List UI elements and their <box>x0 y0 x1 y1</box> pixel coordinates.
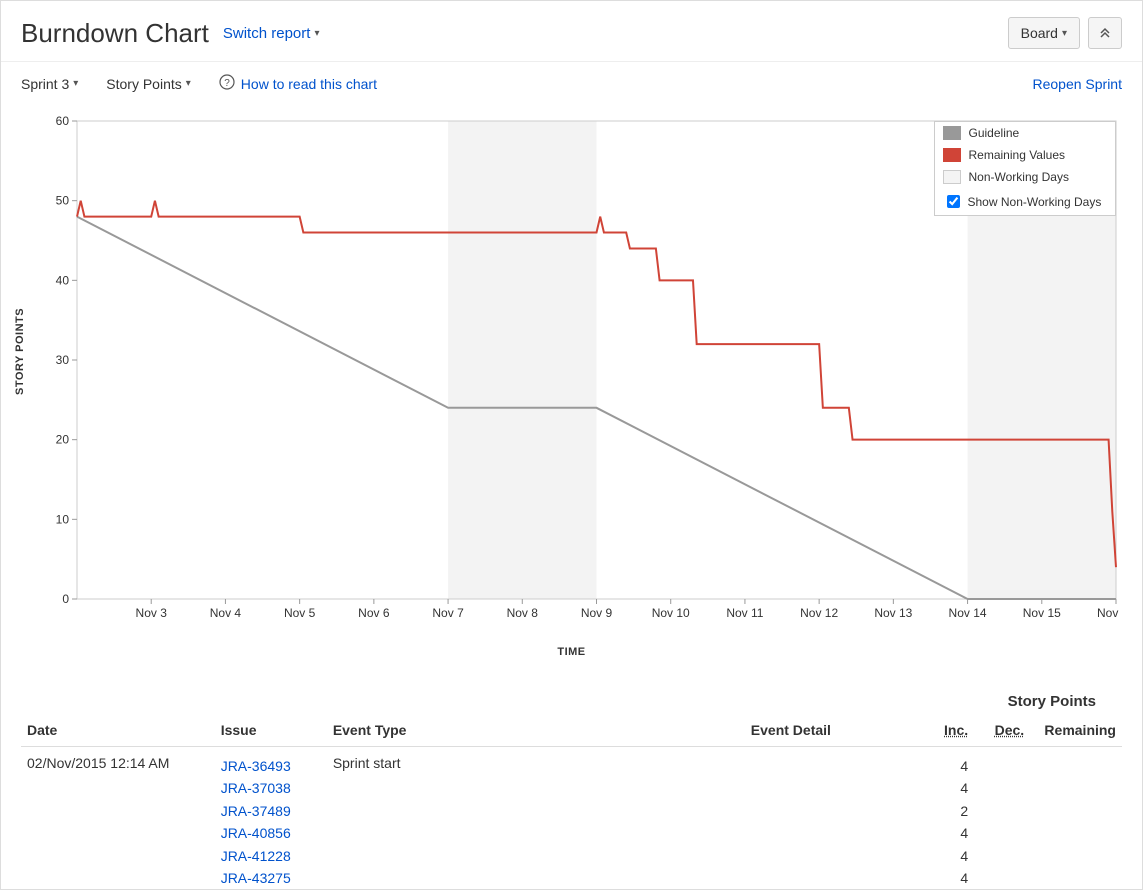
svg-text:Nov 12: Nov 12 <box>800 606 838 620</box>
svg-text:10: 10 <box>55 512 69 526</box>
inc-value: 2 <box>924 800 968 822</box>
x-axis-label: TIME <box>22 646 1122 658</box>
app-frame: Burndown Chart Switch report ▾ Board ▾ S… <box>0 0 1143 890</box>
inc-value: 4 <box>924 845 968 867</box>
legend-item-remaining: Remaining Values <box>935 144 1115 166</box>
switch-report-label: Switch report <box>223 25 311 42</box>
svg-text:0: 0 <box>62 592 69 606</box>
page-header: Burndown Chart Switch report ▾ Board ▾ <box>1 1 1142 62</box>
estimation-dropdown-label: Story Points <box>106 76 181 92</box>
chevron-down-icon: ▾ <box>314 28 319 39</box>
svg-text:Nov 4: Nov 4 <box>209 606 241 620</box>
page-title: Burndown Chart <box>21 18 209 49</box>
col-remaining: Remaining <box>1030 714 1122 747</box>
legend-label: Guideline <box>969 126 1020 140</box>
legend-label: Remaining Values <box>969 148 1066 162</box>
story-points-group-header: Story Points <box>21 693 1122 710</box>
chart-container: STORY POINTS 0 10 20 30 40 50 60 Nov 3 Nov 4 Nov … <box>1 105 1142 675</box>
issue-link[interactable]: JRA-40856 <box>221 822 321 844</box>
svg-text:Nov 6: Nov 6 <box>358 606 390 620</box>
col-date: Date <box>21 714 215 747</box>
burndown-chart: STORY POINTS 0102030405060Nov 3Nov 4Nov … <box>22 115 1122 675</box>
help-link[interactable]: ? How to read this chart <box>219 74 377 93</box>
inc-value: 4 <box>924 867 968 889</box>
svg-text:Nov 14: Nov 14 <box>948 606 986 620</box>
table-header-row: Date Issue Event Type Event Detail Inc. … <box>21 714 1122 747</box>
legend-item-show-nonworking: Show Non-Working Days <box>935 188 1115 215</box>
chevron-down-icon: ▾ <box>1062 28 1067 39</box>
collapse-button[interactable] <box>1088 17 1122 49</box>
svg-text:60: 60 <box>55 115 69 128</box>
svg-text:50: 50 <box>55 194 69 208</box>
sprint-dropdown-label: Sprint 3 <box>21 76 69 92</box>
inc-value: 4 <box>924 755 968 777</box>
svg-text:Nov 11: Nov 11 <box>726 606 763 620</box>
table-body: 02/Nov/2015 12:14 AMJRA-36493JRA-37038JR… <box>21 747 1122 890</box>
legend-swatch-guideline <box>943 126 961 140</box>
board-button-label: Board <box>1021 25 1058 41</box>
events-table-container: Story Points Date Issue Event Type Event… <box>1 693 1142 890</box>
estimation-dropdown[interactable]: Story Points ▾ <box>106 76 191 92</box>
svg-text:20: 20 <box>55 433 69 447</box>
y-axis-label: STORY POINTS <box>14 308 26 395</box>
events-table: Date Issue Event Type Event Detail Inc. … <box>21 714 1122 890</box>
switch-report-link[interactable]: Switch report ▾ <box>223 25 320 42</box>
toolbar: Sprint 3 ▾ Story Points ▾ ? How to read … <box>1 62 1142 105</box>
issue-link[interactable]: JRA-41228 <box>221 845 321 867</box>
table-cell: 02/Nov/2015 12:14 AM <box>21 747 215 890</box>
header-right: Board ▾ <box>1008 17 1122 49</box>
svg-text:Nov 8: Nov 8 <box>506 606 538 620</box>
svg-text:Nov 9: Nov 9 <box>580 606 612 620</box>
svg-text:Nov 10: Nov 10 <box>651 606 689 620</box>
table-cell <box>974 747 1030 890</box>
svg-text:Nov 7: Nov 7 <box>432 606 464 620</box>
table-cell <box>745 747 918 890</box>
svg-text:Nov 13: Nov 13 <box>874 606 912 620</box>
legend-item-nonworking: Non-Working Days <box>935 166 1115 188</box>
table-cell: JRA-36493JRA-37038JRA-37489JRA-40856JRA-… <box>215 747 327 890</box>
legend-item-guideline: Guideline <box>935 122 1115 144</box>
issue-link[interactable]: JRA-36493 <box>221 755 321 777</box>
table-cell <box>1030 747 1122 890</box>
legend: Guideline Remaining Values Non-Working D… <box>934 121 1116 216</box>
svg-text:Nov 3: Nov 3 <box>135 606 167 620</box>
svg-text:Nov 15: Nov 15 <box>1022 606 1060 620</box>
legend-swatch-nonworking <box>943 170 961 184</box>
chevron-double-up-icon <box>1099 26 1111 40</box>
col-event-detail: Event Detail <box>745 714 918 747</box>
show-nonworking-checkbox[interactable] <box>947 195 960 208</box>
table-cell: 442444 <box>918 747 974 890</box>
svg-text:40: 40 <box>55 273 69 287</box>
svg-text:Nov 5: Nov 5 <box>283 606 315 620</box>
table-cell: Sprint start <box>327 747 745 890</box>
col-event-type: Event Type <box>327 714 745 747</box>
svg-text:?: ? <box>224 78 230 89</box>
inc-value: 4 <box>924 822 968 844</box>
table-row: 02/Nov/2015 12:14 AMJRA-36493JRA-37038JR… <box>21 747 1122 890</box>
chevron-down-icon: ▾ <box>73 78 78 89</box>
sprint-dropdown[interactable]: Sprint 3 ▾ <box>21 76 78 92</box>
issue-link[interactable]: JRA-43275 <box>221 867 321 889</box>
issue-link[interactable]: JRA-37038 <box>221 777 321 799</box>
inc-value: 4 <box>924 777 968 799</box>
chevron-down-icon: ▾ <box>186 78 191 89</box>
legend-swatch-remaining <box>943 148 961 162</box>
board-button[interactable]: Board ▾ <box>1008 17 1080 49</box>
legend-label: Show Non-Working Days <box>968 195 1102 209</box>
question-circle-icon: ? <box>219 74 235 93</box>
svg-text:Nov 16: Nov 16 <box>1096 606 1121 620</box>
col-issue: Issue <box>215 714 327 747</box>
col-inc: Inc. <box>918 714 974 747</box>
issue-link[interactable]: JRA-37489 <box>221 800 321 822</box>
legend-label: Non-Working Days <box>969 170 1069 184</box>
svg-text:30: 30 <box>55 353 69 367</box>
reopen-sprint-link[interactable]: Reopen Sprint <box>1032 76 1122 92</box>
col-dec: Dec. <box>974 714 1030 747</box>
help-link-label: How to read this chart <box>241 76 377 92</box>
